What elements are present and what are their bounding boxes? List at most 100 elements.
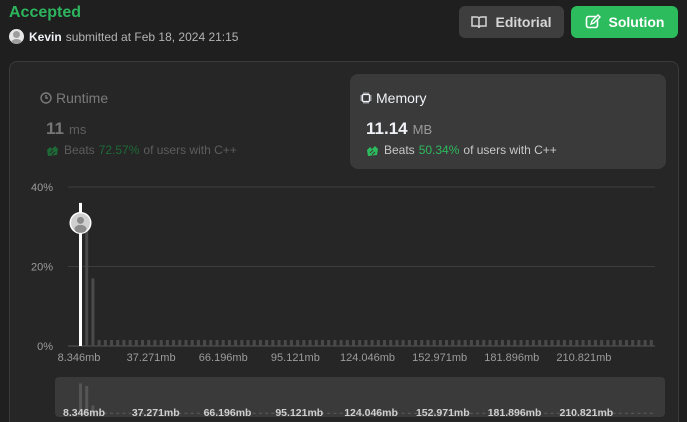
chart-bar[interactable] [637, 340, 641, 346]
chart-bar[interactable] [482, 340, 486, 346]
chart-bar[interactable] [507, 340, 511, 346]
chart-bar[interactable] [476, 340, 480, 346]
chart-bar[interactable] [141, 340, 145, 346]
chart-bar[interactable] [289, 340, 293, 346]
chart-bar[interactable] [296, 340, 300, 346]
chart-bar[interactable] [488, 340, 492, 346]
username-link[interactable]: Kevin [29, 30, 62, 44]
chart-bar[interactable] [643, 340, 647, 346]
chart-bar[interactable] [240, 340, 244, 346]
chart-bar[interactable] [649, 340, 653, 346]
chart-bar[interactable] [531, 340, 535, 346]
chart-bar[interactable] [122, 340, 126, 346]
chart-bar[interactable] [600, 340, 604, 346]
chart-bar[interactable] [612, 340, 616, 346]
chart-bar[interactable] [544, 340, 548, 346]
chart-bar[interactable] [569, 340, 573, 346]
chart-bar[interactable] [463, 340, 467, 346]
chart-bar[interactable] [395, 340, 399, 346]
chart-bar[interactable] [606, 340, 610, 346]
chart-bar[interactable] [383, 340, 387, 346]
chart-bar[interactable] [469, 340, 473, 346]
chart-bar[interactable] [364, 340, 368, 346]
chart-bar[interactable] [271, 340, 275, 346]
chart-bar[interactable] [618, 340, 622, 346]
chart-bar[interactable] [178, 340, 182, 346]
chart-bar[interactable] [593, 340, 597, 346]
chart-bar[interactable] [550, 340, 554, 346]
avatar[interactable] [9, 29, 24, 44]
mini-bar [271, 412, 275, 414]
chart-bar[interactable] [333, 340, 337, 346]
chart-bar[interactable] [265, 340, 269, 346]
chart-bar[interactable] [513, 340, 517, 346]
chart-bar[interactable] [339, 340, 343, 346]
chart-bar[interactable] [103, 340, 107, 346]
chart-bar[interactable] [277, 340, 281, 346]
chart-bar[interactable] [320, 340, 324, 346]
chart-bar[interactable] [414, 340, 418, 346]
chart-bar[interactable] [246, 340, 250, 346]
chart-bar[interactable] [407, 340, 411, 346]
chart-bar[interactable] [556, 340, 560, 346]
chart-bar[interactable] [624, 340, 628, 346]
chart-bar[interactable] [302, 340, 306, 346]
chart-bar[interactable] [327, 340, 331, 346]
chart-bar[interactable] [562, 340, 566, 346]
mini-bar [618, 412, 622, 414]
chart-bar[interactable] [358, 340, 362, 346]
chart-bar[interactable] [308, 340, 312, 346]
chart-bar[interactable] [519, 340, 523, 346]
chart-bar[interactable] [221, 340, 225, 346]
chart-bar[interactable] [184, 340, 188, 346]
chart-bar[interactable] [457, 340, 461, 346]
chart-bar[interactable] [581, 340, 585, 346]
chart-bar[interactable] [159, 340, 163, 346]
chart-bar[interactable] [134, 340, 138, 346]
chart-bar[interactable] [258, 340, 262, 346]
chart-bar[interactable] [438, 340, 442, 346]
chart-bar[interactable] [420, 340, 424, 346]
chart-bar[interactable] [345, 340, 349, 346]
chart-bar[interactable] [538, 340, 542, 346]
chart-bar[interactable] [587, 340, 591, 346]
chart-bar[interactable] [203, 340, 207, 346]
chart-bar[interactable] [153, 340, 157, 346]
chart-bar[interactable] [451, 340, 455, 346]
chart-bar[interactable] [525, 340, 529, 346]
solution-button[interactable]: Solution [571, 6, 678, 38]
chart-bar[interactable] [432, 340, 436, 346]
chart-bar[interactable] [190, 340, 194, 346]
chart-bar[interactable] [575, 340, 579, 346]
chart-bar[interactable] [314, 340, 318, 346]
chart-bar[interactable] [85, 230, 89, 346]
chart-bar[interactable] [97, 340, 101, 346]
editorial-button[interactable]: Editorial [459, 6, 564, 38]
chart-bar[interactable] [147, 340, 151, 346]
chart-bar[interactable] [196, 340, 200, 346]
chart-bar[interactable] [500, 340, 504, 346]
chart-bar[interactable] [401, 340, 405, 346]
chart-bar[interactable] [128, 340, 132, 346]
memory-distribution-chart[interactable]: 40% 20% 0% 8.346mb 37.271mb 66.196mb 95.121mb 1… [10, 62, 680, 422]
chart-bar[interactable] [283, 340, 287, 346]
chart-bar[interactable] [215, 340, 219, 346]
chart-bar[interactable] [227, 340, 231, 346]
chart-bar[interactable] [376, 340, 380, 346]
chart-bar[interactable] [91, 278, 95, 346]
chart-bar[interactable] [165, 340, 169, 346]
chart-bar[interactable] [494, 340, 498, 346]
chart-bar[interactable] [389, 340, 393, 346]
chart-bar[interactable] [116, 340, 120, 346]
chart-bar[interactable] [370, 340, 374, 346]
chart-bar[interactable] [110, 340, 114, 346]
chart-bar[interactable] [234, 340, 238, 346]
chart-bar[interactable] [172, 340, 176, 346]
chart-bar[interactable] [252, 340, 256, 346]
chart-bar[interactable] [445, 340, 449, 346]
chart-bar[interactable] [426, 340, 430, 346]
chart-bar[interactable] [631, 340, 635, 346]
chart-bar[interactable] [209, 340, 213, 346]
mini-x-tick-label: 181.896mb [488, 407, 542, 419]
chart-bar[interactable] [351, 340, 355, 346]
